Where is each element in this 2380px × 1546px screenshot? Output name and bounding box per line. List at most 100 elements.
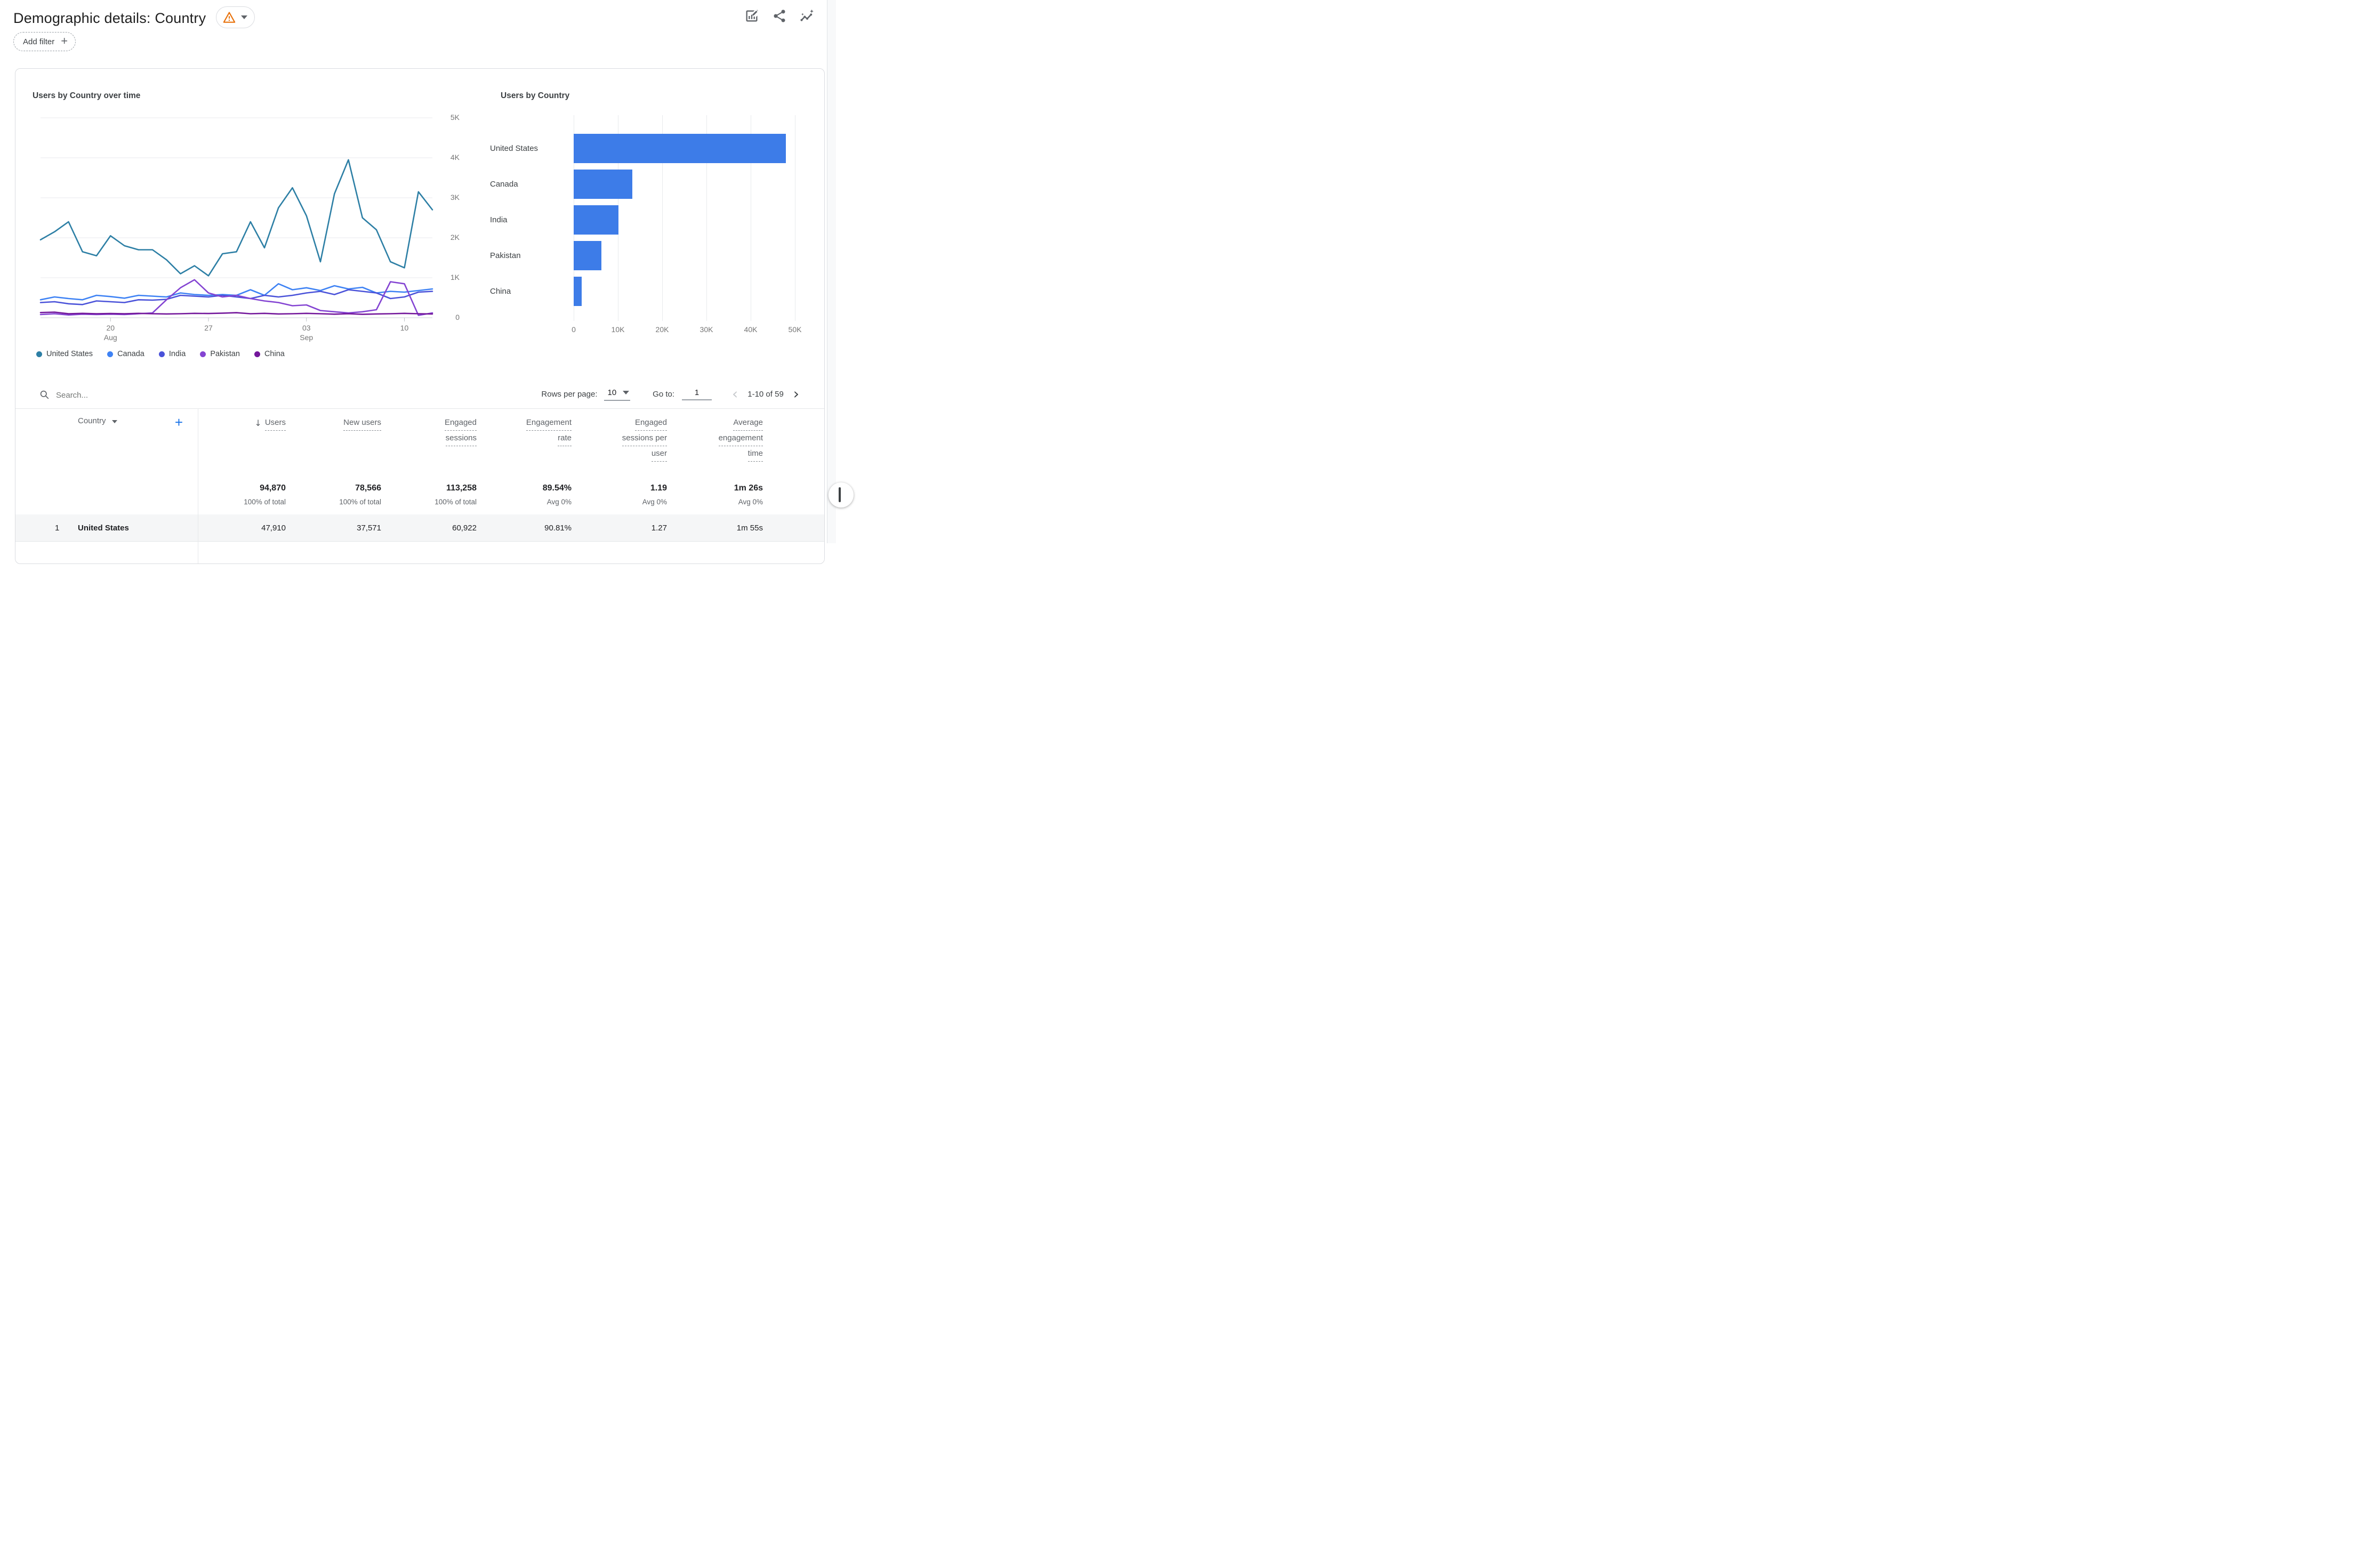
bar-x-tick-label: 40K	[732, 325, 769, 334]
legend-dot-icon	[159, 351, 165, 357]
bar-india[interactable]	[574, 205, 618, 235]
chevron-down-icon	[112, 420, 117, 423]
bar-x-tick-label: 50K	[776, 325, 814, 334]
legend-dot-icon	[107, 351, 113, 357]
legend-dot-icon	[36, 351, 42, 357]
x-tick-label: 10	[386, 323, 423, 333]
bar-x-tick-label: 20K	[644, 325, 681, 334]
total-value: 78,566	[355, 484, 381, 493]
next-page-icon[interactable]: ›	[793, 386, 799, 401]
chevron-down-icon	[623, 391, 629, 394]
share-icon[interactable]	[772, 9, 787, 23]
total-sub-label: 100% of total	[244, 498, 286, 506]
rows-per-page-label: Rows per page:	[541, 390, 597, 399]
search-icon	[39, 389, 50, 400]
row-value-cell: 47,910	[198, 514, 286, 541]
legend-label: Pakistan	[210, 350, 240, 358]
table-body: 1United States47,91037,57160,92290.81%1.…	[15, 514, 824, 542]
bar-united-states[interactable]	[574, 134, 786, 163]
report-card: Users by Country over time 5K4K3K2K1K0 2…	[15, 68, 825, 564]
column-header-engaged-sessions-per-user[interactable]: Engagedsessions peruser1.19Avg 0%	[572, 409, 667, 514]
rows-per-page-value: 10	[607, 388, 616, 397]
right-panel-edge	[827, 0, 836, 543]
dimension-select[interactable]: Country	[78, 416, 117, 425]
goto-page-input[interactable]	[682, 388, 712, 400]
totals-cell: 94,870 100% of total	[244, 484, 286, 506]
legend-label: India	[169, 350, 186, 358]
total-value: 1.19	[650, 484, 667, 493]
report-header: Demographic details: Country	[13, 6, 815, 32]
bar-x-tick-label: 30K	[688, 325, 725, 334]
totals-cell: 113,258100% of total	[435, 484, 477, 506]
column-header-average-engagement-time[interactable]: Averageengagementtime 1m 26s Avg 0%	[667, 409, 763, 514]
row-country-label[interactable]: United States	[78, 524, 129, 533]
totals-cell: 1m 26s Avg 0%	[734, 484, 763, 506]
y-tick-label: 1K	[436, 273, 460, 281]
column-header-users[interactable]: ↓Users94,870100% of total	[198, 409, 286, 514]
total-sub-label: 100% of total	[339, 498, 381, 506]
column-header-label: Average	[733, 415, 763, 431]
y-tick-label: 0	[436, 313, 460, 321]
column-header-engaged-sessions[interactable]: Engagedsessions 113,258100% of total	[381, 409, 477, 514]
bar-category-label: China	[490, 277, 559, 306]
goto-label: Go to:	[653, 390, 674, 399]
legend-item[interactable]: Canada	[107, 350, 144, 358]
table-row[interactable]: 1United States47,91037,57160,92290.81%1.…	[15, 514, 824, 542]
previous-page-icon[interactable]: ‹	[732, 386, 738, 401]
dimension-label: Country	[78, 416, 106, 425]
legend-dot-icon	[254, 351, 260, 357]
column-header-engagement-rate[interactable]: Engagementrate89.54%Avg 0%	[477, 409, 572, 514]
legend-item[interactable]: India	[159, 350, 186, 358]
bar-category-label: India	[490, 205, 559, 235]
total-value: 1m 26s	[734, 484, 763, 493]
column-header-label: Engaged	[445, 415, 477, 431]
add-column-button[interactable]: +	[175, 416, 183, 428]
legend-label: Canada	[117, 350, 144, 358]
x-tick-label: 03Sep	[288, 323, 325, 342]
column-header-label: Engaged	[635, 415, 667, 431]
page-title: Demographic details: Country	[13, 6, 206, 30]
bar-pakistan[interactable]	[574, 241, 601, 270]
bar-x-tick-label: 0	[555, 325, 592, 334]
x-tick-label: 27	[190, 323, 227, 333]
y-tick-label: 2K	[436, 233, 460, 241]
y-tick-label: 4K	[436, 153, 460, 162]
total-sub-label: 100% of total	[435, 498, 477, 506]
legend-item[interactable]: Pakistan	[200, 350, 240, 358]
table-toolbar: Rows per page: 10 Go to: ‹ 1-10 of 59 ›	[15, 384, 824, 408]
column-header-label: sessions per	[622, 431, 667, 446]
legend-item[interactable]: United States	[36, 350, 93, 358]
column-header-label: engagement	[719, 431, 763, 446]
bar-category-label: Pakistan	[490, 241, 559, 270]
sort-desc-icon: ↓	[254, 416, 261, 430]
floating-panel-button[interactable]	[829, 482, 854, 508]
search-input[interactable]	[56, 388, 280, 402]
rows-per-page-select[interactable]: 10	[604, 387, 630, 401]
column-header-label: user	[652, 446, 667, 462]
legend-item[interactable]: China	[254, 350, 285, 358]
total-sub-label: Avg 0%	[738, 498, 763, 506]
bar-china[interactable]	[574, 277, 582, 306]
column-header-label: sessions	[446, 431, 477, 446]
add-filter-button[interactable]: Add filter +	[13, 32, 76, 51]
bar-chart-title: Users by Country	[501, 91, 569, 101]
total-value: 94,870	[260, 484, 286, 493]
warning-icon	[222, 11, 236, 25]
insights-icon[interactable]	[800, 9, 815, 23]
row-index: 1	[55, 524, 78, 533]
column-header-label: time	[748, 446, 763, 462]
column-header-new-users[interactable]: New users78,566100% of total	[286, 409, 381, 514]
data-table: Country+↓Users94,870100% of totalNew use…	[15, 408, 824, 542]
table-header-row: Country+↓Users94,870100% of totalNew use…	[15, 409, 824, 514]
customize-report-icon[interactable]	[744, 9, 759, 23]
add-filter-label: Add filter	[23, 37, 54, 46]
totals-cell: 89.54%Avg 0%	[543, 484, 572, 506]
data-quality-dropdown[interactable]	[216, 6, 255, 28]
legend-label: United States	[46, 350, 93, 358]
bar-canada[interactable]	[574, 170, 632, 199]
plus-icon: +	[61, 35, 68, 47]
row-value-cell: 60,922	[381, 514, 477, 541]
row-value-cell: 1.27	[572, 514, 667, 541]
panel-icon	[839, 487, 841, 502]
chevron-down-icon	[241, 15, 247, 19]
